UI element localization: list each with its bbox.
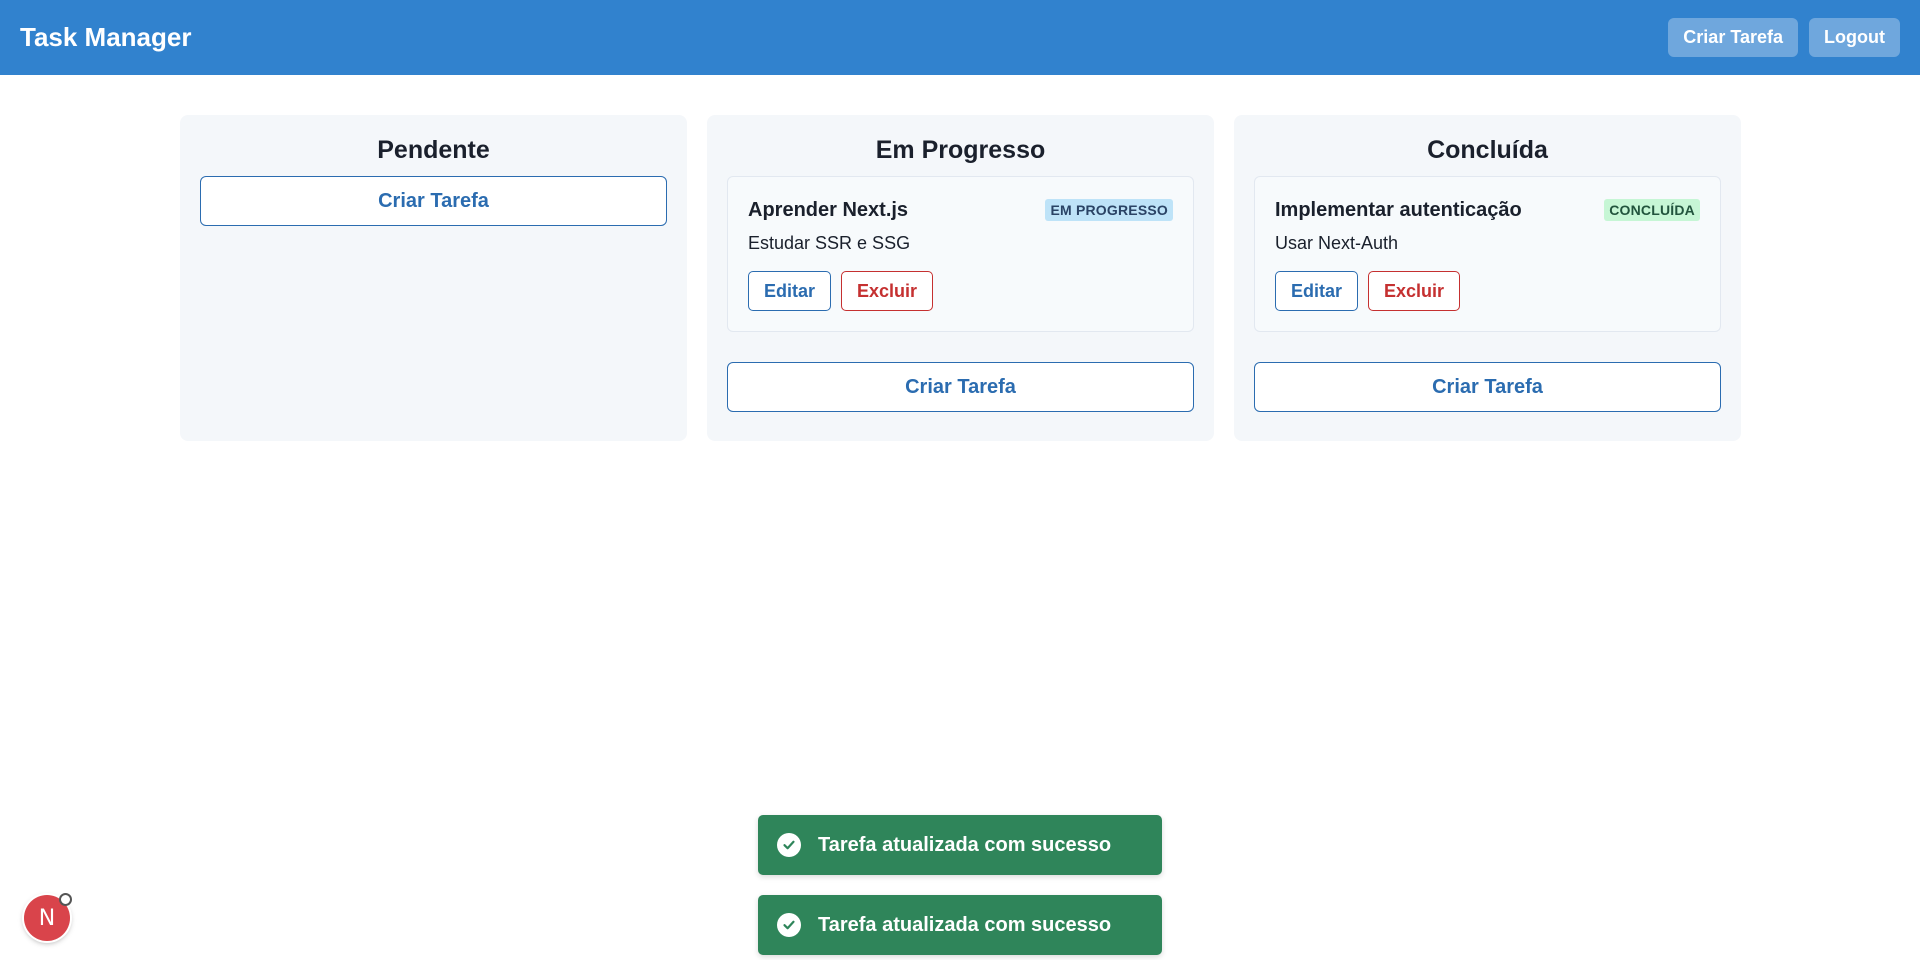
task-card: Implementar autenticação CONCLUÍDA Usar … [1254,176,1721,332]
toast-message: Tarefa atualizada com sucesso [818,913,1112,936]
column-in-progress: Em Progresso Aprender Next.js EM PROGRES… [707,115,1214,441]
delete-button[interactable]: Excluir [841,271,934,311]
create-task-button[interactable]: Criar Tarefa [727,362,1194,412]
column-title: Pendente [377,136,490,164]
task-card: Aprender Next.js EM PROGRESSO Estudar SS… [727,176,1194,332]
column-title: Concluída [1427,136,1548,164]
app-title: Task Manager [20,22,192,52]
create-task-button[interactable]: Criar Tarefa [200,176,667,226]
nextjs-dev-indicator[interactable]: N [24,893,72,941]
top-navbar: Task Manager Criar Tarefa Logout [0,0,1920,75]
status-dot-icon [59,893,72,906]
check-circle-icon [777,913,801,937]
task-description: Usar Next-Auth [1275,233,1399,253]
dev-badge-letter: N [38,905,56,931]
edit-button[interactable]: Editar [1275,271,1359,311]
header-actions: Criar Tarefa Logout [1668,18,1900,57]
task-title: Implementar autenticação [1275,198,1522,221]
status-badge: EM PROGRESSO [1045,199,1173,221]
create-task-button[interactable]: Criar Tarefa [1254,362,1721,412]
header-create-task-button[interactable]: Criar Tarefa [1668,18,1799,57]
column-pending: Pendente Criar Tarefa [180,115,687,441]
column-done: Concluída Implementar autenticação CONCL… [1234,115,1741,441]
toast-message: Tarefa atualizada com sucesso [818,833,1112,856]
edit-button[interactable]: Editar [748,271,832,311]
task-title: Aprender Next.js [748,198,909,221]
success-toast[interactable]: Tarefa atualizada com sucesso [758,815,1162,875]
kanban-board: Pendente Criar Tarefa Em Progresso Apren… [180,115,1741,441]
check-circle-icon [777,833,801,857]
column-title: Em Progresso [875,136,1046,164]
logout-button[interactable]: Logout [1809,18,1900,57]
task-description: Estudar SSR e SSG [748,233,911,253]
status-badge: CONCLUÍDA [1604,199,1700,221]
success-toast[interactable]: Tarefa atualizada com sucesso [758,895,1162,955]
delete-button[interactable]: Excluir [1368,271,1461,311]
